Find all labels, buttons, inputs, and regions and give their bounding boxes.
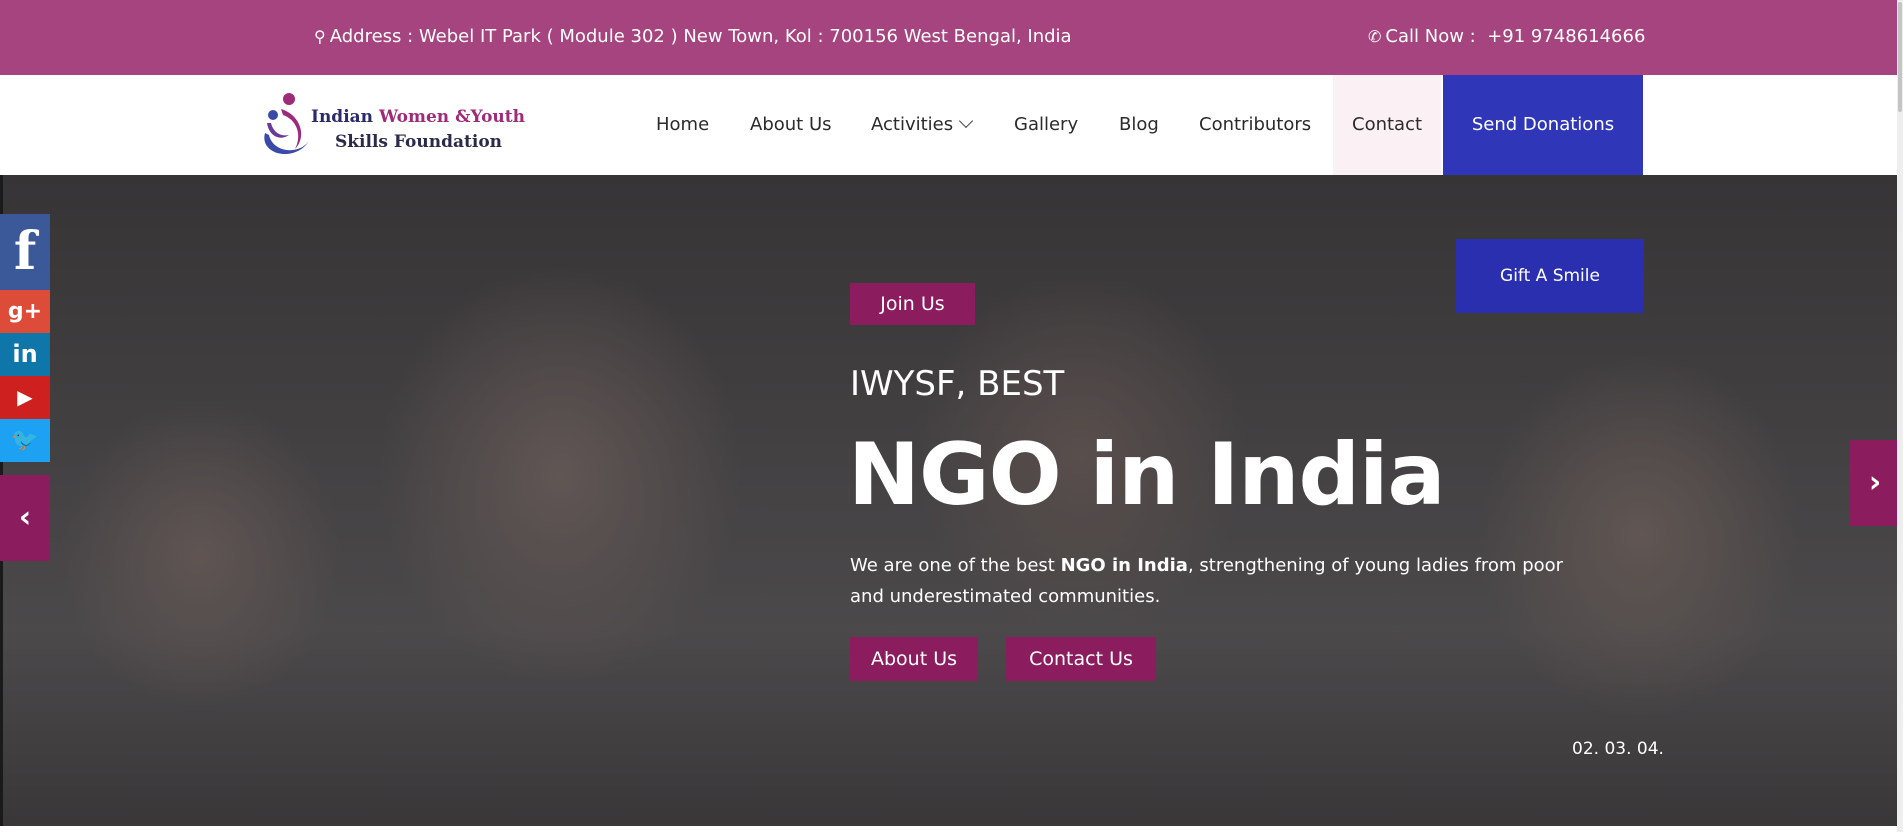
gift-a-smile-button[interactable]: Gift A Smile: [1456, 239, 1644, 313]
nav-about-us[interactable]: About Us: [750, 75, 832, 175]
slider-next-button[interactable]: ›: [1850, 440, 1900, 526]
join-us-badge[interactable]: Join Us: [850, 283, 975, 325]
chevron-down-icon: [959, 113, 974, 129]
top-info-bar: ⚲ Address : Webel IT Park ( Module 302 ) …: [0, 0, 1903, 75]
youtube-icon[interactable]: ▶: [0, 376, 50, 419]
nav-home[interactable]: Home: [656, 75, 709, 175]
page-scrollbar[interactable]: [1897, 0, 1903, 832]
about-us-button[interactable]: About Us: [850, 637, 978, 681]
slider-pagination[interactable]: 02. 03. 04.: [1572, 739, 1664, 759]
site-logo[interactable]: Indian Women &Youth Skills Foundation: [255, 85, 525, 167]
hero-headline: NGO in India: [848, 425, 1446, 525]
nav-blog[interactable]: Blog: [1119, 75, 1159, 175]
map-marker-icon: ⚲: [314, 27, 326, 46]
address-text: Address : Webel IT Park ( Module 302 ) N…: [329, 26, 1072, 47]
nav-contact[interactable]: Contact: [1333, 75, 1442, 175]
nav-activities-label: Activities: [871, 114, 954, 135]
address-info: ⚲ Address : Webel IT Park ( Module 302 ) …: [314, 26, 1072, 47]
phone-icon: ✆: [1368, 27, 1382, 46]
chevron-right-icon: ›: [1868, 465, 1882, 500]
logo-text-line2: Skills Foundation: [335, 132, 503, 152]
facebook-icon[interactable]: f: [0, 214, 50, 290]
call-info: ✆ Call Now : +91 9748614666: [1368, 26, 1645, 47]
nav-contributors[interactable]: Contributors: [1199, 75, 1311, 175]
send-donations-button[interactable]: Send Donations: [1443, 75, 1643, 175]
scrollbar-thumb[interactable]: [1898, 2, 1902, 112]
logo-text-line1: Indian Women &Youth: [311, 107, 526, 127]
twitter-icon[interactable]: 🐦: [0, 419, 50, 462]
contact-us-button[interactable]: Contact Us: [1006, 637, 1156, 681]
call-label: Call Now :: [1385, 26, 1476, 47]
phone-number[interactable]: +91 9748614666: [1487, 26, 1645, 47]
hero-description: We are one of the best NGO in India, str…: [850, 555, 1564, 607]
hero-subtitle: IWYSF, BEST: [850, 364, 1065, 404]
google-plus-icon[interactable]: g+: [0, 290, 50, 333]
nav-gallery[interactable]: Gallery: [1014, 75, 1078, 175]
linkedin-icon[interactable]: in: [0, 333, 50, 376]
main-navbar: Indian Women &Youth Skills Foundation Ho…: [0, 75, 1903, 175]
nav-activities[interactable]: Activities: [871, 75, 974, 175]
chevron-left-icon: ‹: [18, 500, 32, 535]
slider-prev-button[interactable]: ‹: [0, 475, 50, 561]
logo-emblem-icon: [264, 93, 309, 155]
